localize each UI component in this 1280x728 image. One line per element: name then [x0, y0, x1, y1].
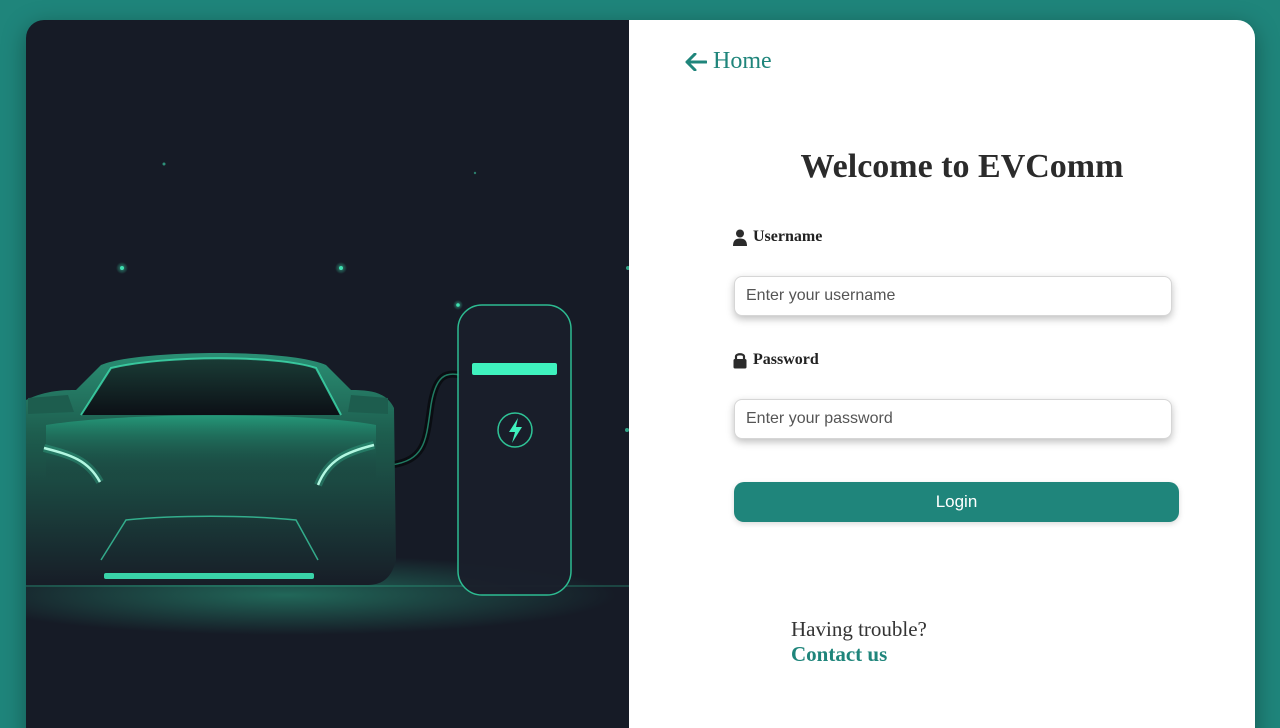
password-input[interactable]: [734, 399, 1172, 439]
username-input[interactable]: [734, 276, 1172, 316]
lock-icon: [733, 353, 747, 369]
password-label: Password: [733, 351, 819, 369]
hero-panel: [26, 20, 629, 728]
password-label-text: Password: [753, 351, 819, 368]
username-label: Username: [733, 228, 822, 246]
arrow-left-icon: [685, 52, 707, 71]
user-icon: [733, 229, 747, 246]
login-card: Home Welcome to EVComm Username Password…: [26, 20, 1255, 728]
contact-us-link[interactable]: Contact us: [791, 642, 887, 667]
login-panel: Home Welcome to EVComm Username Password…: [629, 20, 1255, 728]
login-button[interactable]: Login: [734, 482, 1179, 522]
help-prompt: Having trouble?: [791, 617, 927, 641]
username-label-text: Username: [753, 228, 823, 245]
page-title: Welcome to EVComm: [800, 148, 1124, 185]
ev-charging-illustration: [26, 162, 629, 635]
home-link[interactable]: Home: [685, 48, 772, 75]
home-link-label: Home: [713, 48, 772, 74]
